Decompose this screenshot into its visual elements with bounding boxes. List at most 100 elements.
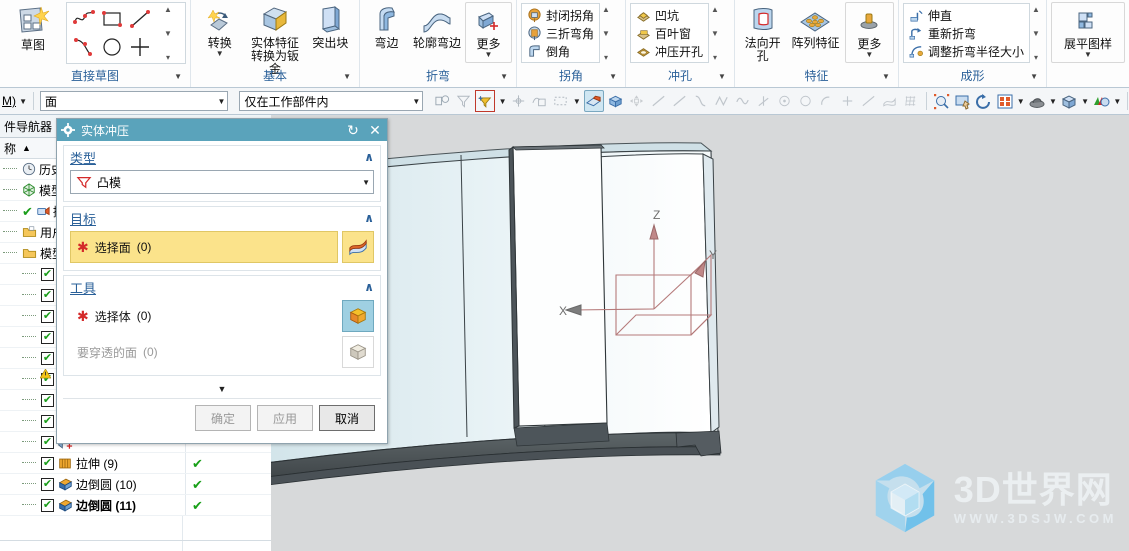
pierce-face-button[interactable] bbox=[342, 336, 374, 368]
dialog-title-bar[interactable]: 实体冲压 ↻ ✕ bbox=[57, 119, 387, 141]
contour-flange-button[interactable]: 轮廓弯边 bbox=[409, 2, 465, 50]
rectangle-icon[interactable] bbox=[100, 8, 124, 30]
flat-pattern-button[interactable]: 展平图样 ▼ bbox=[1050, 2, 1125, 63]
rectangle-select-icon[interactable] bbox=[552, 91, 570, 111]
unbend-item[interactable]: 伸直 bbox=[906, 6, 1027, 24]
orientation-icon[interactable] bbox=[1060, 91, 1078, 111]
line-icon[interactable] bbox=[128, 8, 152, 30]
group-expand-icon[interactable]: ▼ bbox=[609, 67, 617, 87]
convert-button[interactable]: 转换 ▼ bbox=[195, 2, 244, 58]
type-filter-combo[interactable]: 面 ▼ bbox=[40, 91, 229, 111]
rotate-icon[interactable] bbox=[975, 91, 993, 111]
pattern-feature-button[interactable]: 阵列特征 bbox=[786, 2, 845, 50]
filter-funnel-active-icon[interactable] bbox=[475, 90, 496, 112]
type-dropdown[interactable]: 凸模 ▼ bbox=[70, 170, 374, 194]
group-expand-icon[interactable]: ▼ bbox=[174, 67, 182, 87]
filter-funnel-icon[interactable] bbox=[454, 91, 472, 111]
row-checkbox[interactable]: ✔ bbox=[41, 456, 54, 470]
face-select-button[interactable] bbox=[342, 231, 374, 263]
more-feature-button[interactable]: 更多 ▼ bbox=[844, 2, 894, 63]
pan-icon[interactable] bbox=[954, 91, 972, 111]
line-icon[interactable] bbox=[670, 91, 688, 111]
surface-icon[interactable] bbox=[881, 91, 899, 111]
chevron-up-icon[interactable]: ∧ bbox=[364, 150, 374, 164]
row-checkbox[interactable]: ✔ bbox=[41, 267, 54, 281]
circle-center-icon[interactable] bbox=[775, 91, 793, 111]
row-checkbox[interactable]: ✔ bbox=[41, 309, 54, 323]
row-checkbox-warning[interactable]: ✔ bbox=[40, 369, 54, 386]
row-checkbox[interactable]: ✔ bbox=[41, 435, 54, 449]
louver-item[interactable]: 百叶窗 bbox=[633, 24, 706, 42]
point-icon[interactable] bbox=[128, 36, 152, 58]
spline-icon[interactable] bbox=[72, 8, 96, 30]
arc-icon[interactable] bbox=[72, 36, 96, 58]
circle-icon[interactable] bbox=[796, 91, 814, 111]
resize-bend-radius-item[interactable]: 调整折弯半径大小 bbox=[906, 42, 1027, 60]
quadrant-icon[interactable] bbox=[817, 91, 835, 111]
snap-assembly-icon[interactable] bbox=[433, 91, 451, 111]
row-checkbox[interactable]: ✔ bbox=[41, 477, 54, 491]
chamfer-item[interactable]: 倒角 bbox=[524, 42, 597, 60]
sort-arrow-icon[interactable]: ▲ bbox=[22, 143, 31, 153]
chevron-down-icon[interactable]: ▼ bbox=[1017, 97, 1025, 106]
chevron-down-icon[interactable]: ▼ bbox=[1081, 97, 1089, 106]
select-body-field[interactable]: ✱ 选择体 (0) bbox=[70, 300, 338, 332]
sketch-button[interactable]: 草图 bbox=[4, 4, 62, 52]
close-icon[interactable]: ✕ bbox=[367, 123, 383, 137]
scope-combo[interactable]: 仅在工作部件内 ▼ bbox=[239, 91, 424, 111]
table-row[interactable]: ✔ 边倒圆 (11) ✔ bbox=[0, 495, 271, 516]
spline-icon[interactable] bbox=[712, 91, 730, 111]
wcs-origin-icon[interactable] bbox=[510, 91, 528, 111]
chevron-down-icon[interactable]: ▼ bbox=[1049, 97, 1057, 106]
chevron-down-icon[interactable]: ▼ bbox=[19, 97, 27, 106]
tab-block-button[interactable]: 突出块 bbox=[306, 2, 355, 50]
punch-gallery-scroll[interactable]: ▲ ▼ ▾ bbox=[709, 4, 721, 62]
form-gallery-scroll[interactable]: ▲ ▼ ▾ bbox=[1030, 4, 1042, 62]
closed-corner-item[interactable]: 封闭拐角 bbox=[524, 6, 597, 24]
chevron-down-icon[interactable]: ▼ bbox=[1084, 51, 1092, 59]
section-type-header[interactable]: 类型 ∧ bbox=[64, 146, 380, 168]
rebend-item[interactable]: 重新折弯 bbox=[906, 24, 1027, 42]
table-row[interactable]: ✔ 拉伸 (9) ✔ bbox=[0, 453, 271, 474]
circle-icon[interactable] bbox=[100, 36, 124, 58]
cancel-button[interactable]: 取消 bbox=[319, 405, 375, 431]
group-expand-icon[interactable]: ▼ bbox=[1030, 67, 1038, 87]
punch-cutout-item[interactable]: 冲压开孔 bbox=[633, 42, 706, 60]
reset-icon[interactable]: ↻ bbox=[345, 123, 361, 137]
normal-cutout-button[interactable]: 法向开孔 bbox=[739, 2, 786, 63]
row-checkbox[interactable]: ✔ bbox=[41, 288, 54, 302]
intersection-icon[interactable] bbox=[838, 91, 856, 111]
group-expand-icon[interactable]: ▼ bbox=[343, 67, 351, 87]
face-select-icon[interactable] bbox=[583, 90, 604, 112]
pierce-face-field[interactable]: 要穿透的面 (0) bbox=[70, 336, 338, 368]
move-select-icon[interactable] bbox=[628, 91, 646, 111]
curve-icon[interactable] bbox=[691, 91, 709, 111]
dialog-expand-row[interactable]: ▼ bbox=[63, 380, 381, 399]
chevron-down-icon[interactable]: ▼ bbox=[865, 51, 873, 59]
render-style-icon[interactable] bbox=[1028, 91, 1046, 111]
solid-to-sheetmetal-button[interactable]: 实体特征转换为钣金 bbox=[244, 2, 305, 76]
edge-line-icon[interactable] bbox=[649, 91, 667, 111]
flange-button[interactable]: 弯边 bbox=[364, 2, 409, 50]
apply-button[interactable]: 应用 bbox=[257, 405, 313, 431]
select-face-field[interactable]: ✱ 选择面 (0) bbox=[70, 231, 338, 263]
graphics-viewport[interactable]: Z X Y 3D世界网 WWW.3DSJW.COM bbox=[271, 115, 1129, 551]
group-expand-icon[interactable]: ▼ bbox=[882, 67, 890, 87]
body-select-button[interactable] bbox=[342, 300, 374, 332]
row-checkbox[interactable]: ✔ bbox=[41, 498, 54, 512]
row-checkbox[interactable]: ✔ bbox=[41, 330, 54, 344]
sketch-gallery-scroll[interactable]: ▲ ▼ ▾ bbox=[162, 4, 174, 62]
chevron-down-icon[interactable]: ▼ bbox=[485, 51, 493, 59]
body-select-icon[interactable] bbox=[607, 91, 625, 111]
section-tool-header[interactable]: 工具 ∧ bbox=[64, 276, 380, 298]
fit-view-icon[interactable] bbox=[933, 91, 951, 111]
more-bend-button[interactable]: 更多 ▼ bbox=[464, 2, 512, 63]
grid-icon[interactable] bbox=[902, 91, 920, 111]
three-bend-corner-item[interactable]: 三折弯角 bbox=[524, 24, 597, 42]
chevron-down-icon[interactable]: ▼ bbox=[573, 97, 581, 106]
ok-button[interactable]: 确定 bbox=[195, 405, 251, 431]
group-expand-icon[interactable]: ▼ bbox=[500, 67, 508, 87]
select-feature-icon[interactable] bbox=[531, 91, 549, 111]
row-checkbox[interactable]: ✔ bbox=[41, 351, 54, 365]
tangent-icon[interactable] bbox=[859, 91, 877, 111]
